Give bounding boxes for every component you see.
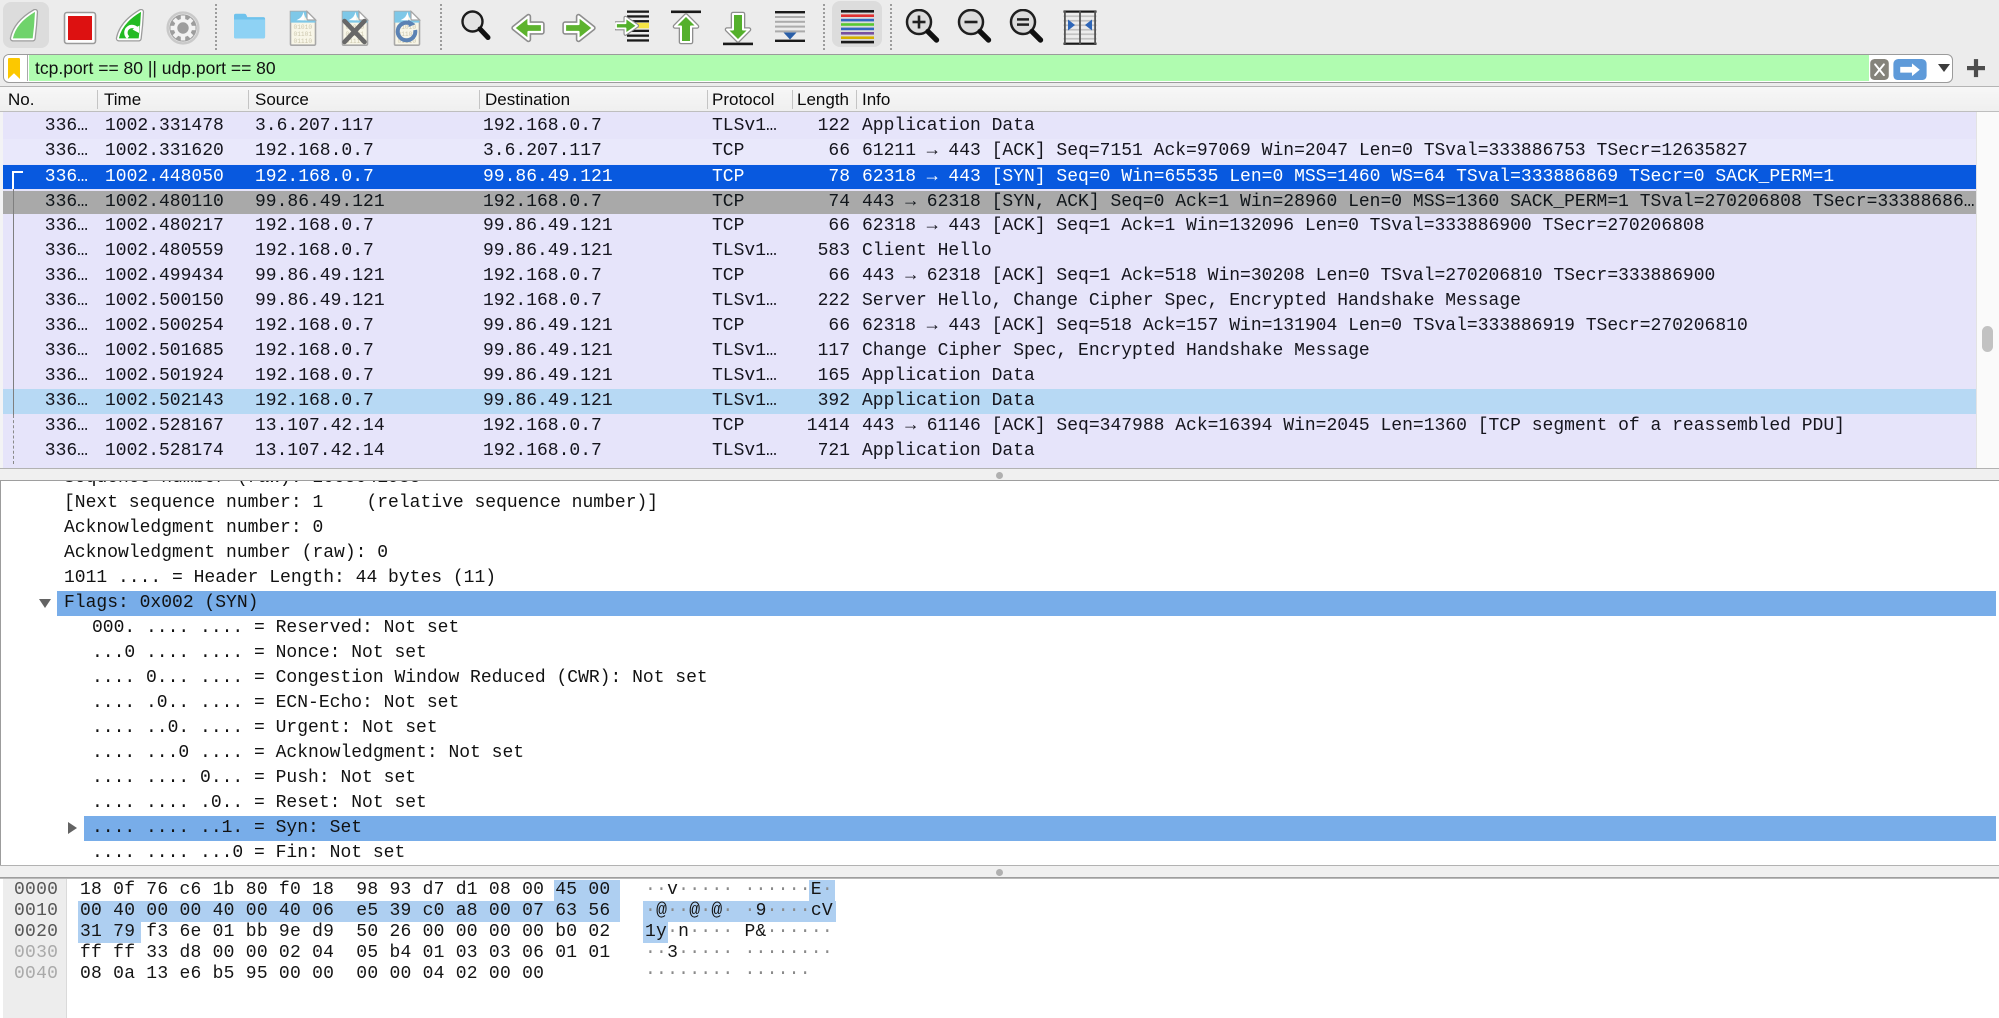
- svg-text:01101: 01101: [294, 31, 313, 38]
- svg-text:01010: 01010: [294, 24, 313, 31]
- svg-text:01110: 01110: [294, 38, 313, 45]
